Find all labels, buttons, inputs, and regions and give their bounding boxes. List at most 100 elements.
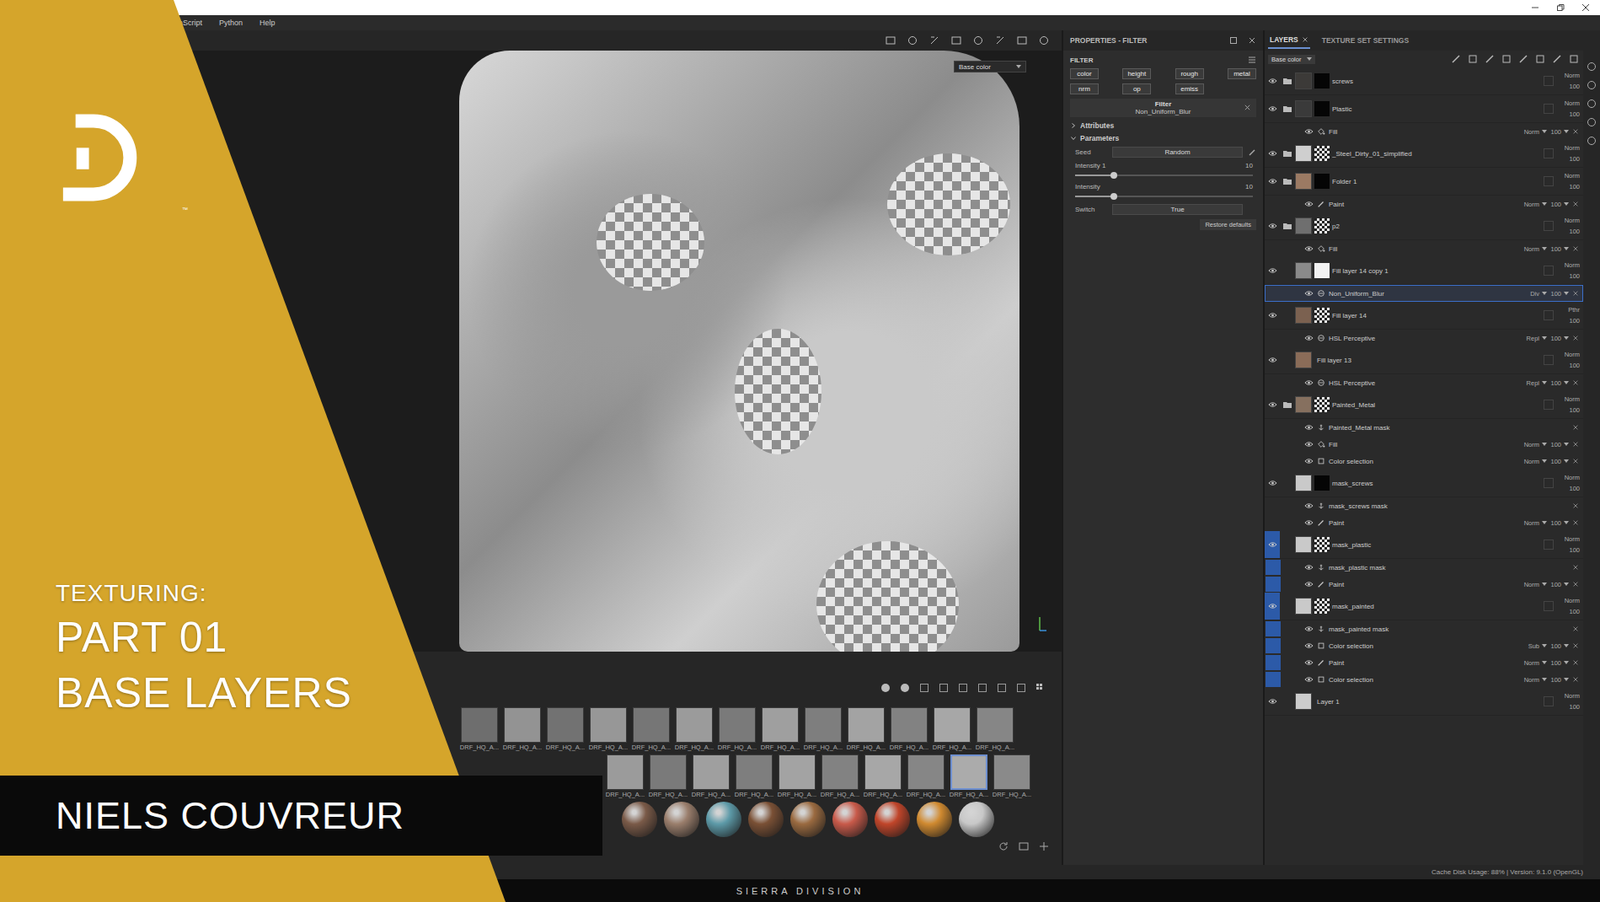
eye-icon[interactable]: [1268, 222, 1278, 230]
effect-row[interactable]: Color selection Norm 100: [1264, 670, 1584, 688]
layer-tool-icon[interactable]: [1567, 53, 1580, 65]
side-tool-icon[interactable]: [1585, 79, 1598, 91]
layer-channel-dropdown[interactable]: Base color: [1268, 54, 1316, 65]
eye-icon[interactable]: [1268, 105, 1278, 113]
effect-row[interactable]: Non_Uniform_Blur Div 100: [1264, 284, 1584, 302]
shelf-filter-icon[interactable]: [937, 681, 950, 694]
effect-row[interactable]: Painted_Metal mask: [1264, 418, 1584, 436]
texture-thumbnail[interactable]: DRF_HQ_A...: [776, 754, 818, 798]
delete-icon[interactable]: [1572, 245, 1579, 252]
layer-row[interactable]: mask_painted Norm100: [1264, 592, 1584, 621]
shelf-filter-icon[interactable]: [976, 681, 989, 694]
texture-thumbnail[interactable]: DRF_HQ_A...: [647, 754, 689, 798]
channel-toggle[interactable]: nrm: [1070, 83, 1099, 95]
layer-row[interactable]: p2 Norm100: [1264, 212, 1584, 241]
effect-row[interactable]: mask_plastic mask: [1264, 558, 1584, 576]
side-tool-icon[interactable]: [1585, 116, 1598, 129]
channel-toggle[interactable]: color: [1070, 68, 1099, 80]
effect-row[interactable]: Fill Norm 100: [1264, 123, 1584, 140]
eye-icon[interactable]: [1304, 675, 1314, 683]
eye-icon[interactable]: [1268, 540, 1278, 548]
group-header[interactable]: Attributes: [1070, 121, 1257, 130]
delete-icon[interactable]: [1572, 334, 1579, 342]
eye-icon[interactable]: [1304, 440, 1314, 448]
texture-thumbnail[interactable]: DRF_HQ_A...: [905, 754, 947, 798]
shelf-filter-icon[interactable]: [879, 681, 892, 694]
layer-tool-icon[interactable]: [1517, 53, 1530, 65]
effect-row[interactable]: Paint Norm 100: [1264, 195, 1584, 213]
eye-icon[interactable]: [1304, 289, 1314, 297]
texture-thumbnail[interactable]: DRF_HQ_A...: [674, 706, 715, 751]
delete-icon[interactable]: [1572, 457, 1579, 465]
effect-row[interactable]: Paint Norm 100: [1264, 653, 1584, 671]
shelf-filter-icon[interactable]: [995, 681, 1008, 694]
eye-icon[interactable]: [1304, 245, 1314, 252]
delete-icon[interactable]: [1572, 200, 1579, 208]
channel-toggle[interactable]: emiss: [1175, 83, 1205, 95]
texture-thumbnail[interactable]: DRF_HQ_A...: [888, 706, 930, 751]
delete-icon[interactable]: [1572, 519, 1579, 526]
layer-tool-icon[interactable]: [1534, 53, 1547, 65]
layer-tool-icon[interactable]: [1466, 53, 1479, 65]
eye-icon[interactable]: [1304, 128, 1314, 135]
texture-thumbnail[interactable]: DRF_HQ_A...: [991, 754, 1033, 798]
layer-row[interactable]: Plastic Norm100: [1264, 95, 1584, 124]
shelf-filter-icon[interactable]: [898, 681, 911, 694]
texture-thumbnail[interactable]: DRF_HQ_A...: [862, 754, 904, 798]
channel-dropdown[interactable]: Base color: [953, 60, 1027, 73]
material-preview[interactable]: [958, 801, 995, 837]
menu-item[interactable]: Python: [219, 18, 243, 27]
delete-icon[interactable]: [1572, 658, 1579, 666]
layer-row[interactable]: Painted_Metal Norm100: [1264, 390, 1584, 419]
material-preview[interactable]: [748, 801, 784, 837]
effect-row[interactable]: mask_painted mask: [1264, 620, 1584, 637]
minimize-icon[interactable]: [1530, 3, 1540, 12]
filter-slot[interactable]: Filter Non_Uniform_Blur: [1070, 98, 1257, 118]
material-preview[interactable]: [916, 801, 953, 837]
menu-icon[interactable]: [1247, 55, 1257, 65]
material-preview[interactable]: [874, 801, 910, 837]
texture-thumbnail[interactable]: DRF_HQ_A...: [459, 706, 500, 751]
remove-filter-icon[interactable]: [1243, 103, 1252, 112]
texture-thumbnail[interactable]: DRF_HQ_A...: [948, 754, 990, 798]
layer-row[interactable]: screws Norm100: [1264, 67, 1584, 96]
layer-row[interactable]: mask_plastic Norm100: [1264, 530, 1584, 559]
delete-icon[interactable]: [1572, 563, 1579, 571]
viewport-tool-icon[interactable]: [972, 34, 985, 47]
delete-icon[interactable]: [1572, 675, 1579, 683]
delete-icon[interactable]: [1572, 128, 1579, 135]
delete-icon[interactable]: [1572, 440, 1579, 448]
delete-icon[interactable]: [1572, 580, 1579, 588]
layer-row[interactable]: Layer 1 Norm100: [1264, 687, 1584, 716]
texture-thumbnail[interactable]: DRF_HQ_A...: [717, 706, 758, 751]
close-panel-icon[interactable]: [1247, 36, 1257, 45]
texture-thumbnail[interactable]: DRF_HQ_A...: [845, 706, 887, 751]
side-tool-icon[interactable]: [1585, 97, 1598, 110]
material-preview[interactable]: [621, 801, 658, 837]
group-header[interactable]: Parameters: [1070, 133, 1257, 143]
eye-icon[interactable]: [1304, 580, 1314, 588]
layer-tool-icon[interactable]: [1450, 53, 1462, 65]
texture-thumbnail[interactable]: DRF_HQ_A...: [502, 706, 543, 751]
eye-icon[interactable]: [1304, 423, 1314, 431]
viewport-tool-icon[interactable]: [950, 34, 963, 47]
eye-icon[interactable]: [1304, 379, 1314, 386]
eye-icon[interactable]: [1268, 149, 1278, 157]
channel-toggle[interactable]: op: [1122, 83, 1151, 95]
eye-icon[interactable]: [1268, 356, 1278, 364]
shelf-filter-icon[interactable]: [1034, 681, 1047, 694]
texture-thumbnail[interactable]: DRF_HQ_A...: [974, 706, 1016, 751]
layer-tool-icon[interactable]: [1551, 53, 1563, 65]
texture-thumbnail[interactable]: DRF_HQ_A...: [931, 706, 973, 751]
close-icon[interactable]: [1581, 3, 1590, 12]
viewport-tool-icon[interactable]: [884, 34, 897, 47]
eye-icon[interactable]: [1304, 519, 1314, 526]
eye-icon[interactable]: [1304, 502, 1314, 509]
texture-thumbnail[interactable]: DRF_HQ_A...: [759, 706, 801, 751]
shelf-filter-icon[interactable]: [918, 681, 931, 694]
eye-icon[interactable]: [1268, 401, 1278, 408]
texture-thumbnail[interactable]: DRF_HQ_A...: [690, 754, 732, 798]
viewport-tool-icon[interactable]: [928, 34, 941, 47]
viewport-tool-icon[interactable]: [994, 34, 1007, 47]
layer-tool-icon[interactable]: [1500, 53, 1513, 65]
